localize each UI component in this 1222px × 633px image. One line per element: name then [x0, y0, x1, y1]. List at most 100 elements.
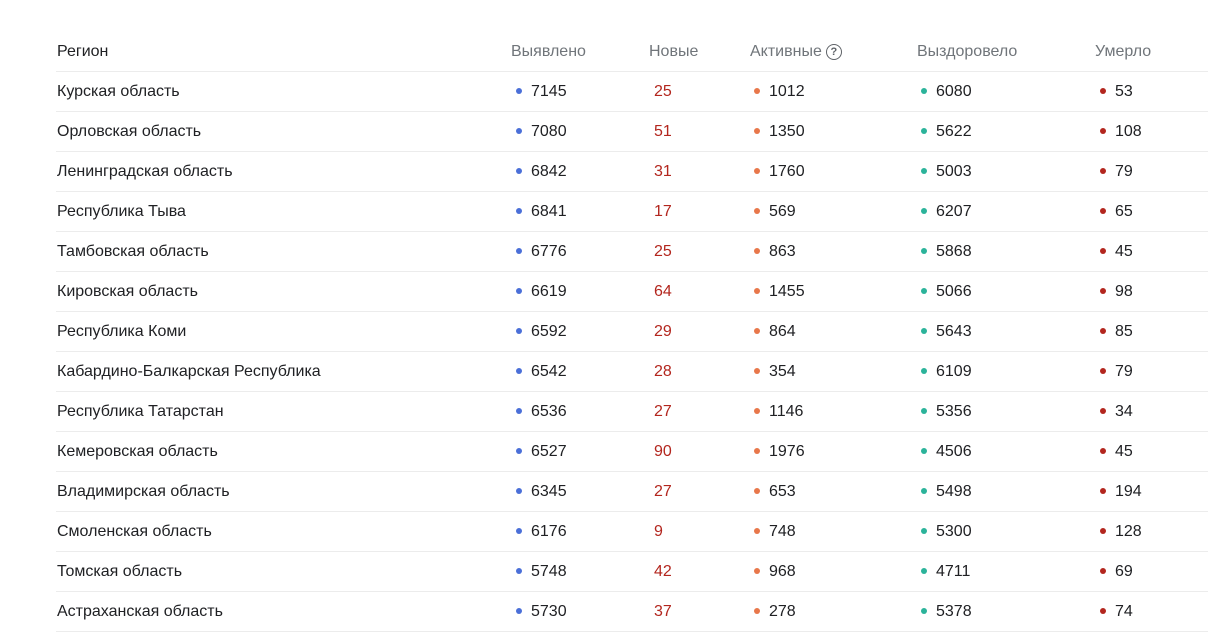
new-cell: 25 — [654, 243, 672, 261]
detected-dot-icon — [516, 208, 522, 214]
table-row[interactable]: Томская область 5748 42 968 4711 69 — [56, 552, 1208, 592]
header-active-label: Активные — [750, 43, 822, 60]
recovered-value: 4711 — [936, 563, 971, 580]
table-row[interactable]: Курская область 7145 25 1012 6080 53 — [56, 72, 1208, 112]
deaths-cell: 128 — [1100, 523, 1142, 541]
active-value: 1976 — [769, 443, 805, 460]
table-row[interactable]: Кабардино-Балкарская Республика 6542 28 354… — [56, 352, 1208, 392]
deaths-cell: 108 — [1100, 123, 1142, 141]
new-value: 27 — [654, 483, 672, 500]
detected-cell: 6841 — [516, 203, 567, 221]
table-row[interactable]: Кировская область 6619 64 1455 5066 98 — [56, 272, 1208, 312]
active-value: 864 — [769, 323, 796, 340]
deaths-dot-icon — [1100, 608, 1106, 614]
active-value: 354 — [769, 363, 796, 380]
new-cell: 64 — [654, 283, 672, 301]
region-name: Астраханская область — [57, 603, 223, 620]
new-cell: 25 — [654, 83, 672, 101]
deaths-dot-icon — [1100, 288, 1106, 294]
detected-value: 5730 — [531, 603, 567, 620]
header-detected[interactable]: Выявлено — [511, 43, 586, 61]
table-row[interactable]: Республика Татарстан 6536 27 1146 5356 34 — [56, 392, 1208, 432]
new-value: 29 — [654, 323, 672, 340]
table-row[interactable]: Астраханская область 5730 37 278 5378 74 — [56, 592, 1208, 632]
recovered-value: 6207 — [936, 203, 972, 220]
deaths-cell: 194 — [1100, 483, 1142, 501]
detected-dot-icon — [516, 88, 522, 94]
detected-value: 6776 — [531, 243, 567, 260]
recovered-dot-icon — [921, 568, 927, 574]
table-row[interactable]: Ленинградская область 6842 31 1760 5003 79 — [56, 152, 1208, 192]
table-row[interactable]: Республика Коми 6592 29 864 5643 85 — [56, 312, 1208, 352]
active-cell: 1146 — [754, 403, 803, 421]
table-row[interactable]: Смоленская область 6176 9 748 5300 128 — [56, 512, 1208, 552]
recovered-dot-icon — [921, 288, 927, 294]
recovered-cell: 4711 — [921, 563, 970, 581]
detected-value: 6527 — [531, 443, 567, 460]
recovered-dot-icon — [921, 608, 927, 614]
table-row[interactable]: Республика Тыва 6841 17 569 6207 65 — [56, 192, 1208, 232]
active-cell: 569 — [754, 203, 796, 221]
detected-dot-icon — [516, 168, 522, 174]
region-name: Республика Коми — [57, 323, 187, 340]
active-dot-icon — [754, 288, 760, 294]
help-icon[interactable]: ? — [825, 44, 842, 60]
deaths-value: 65 — [1115, 203, 1133, 220]
region-name: Кабардино-Балкарская Республика — [57, 363, 321, 380]
header-recovered[interactable]: Выздоровело — [917, 43, 1017, 61]
table-row[interactable]: Тамбовская область 6776 25 863 5868 45 — [56, 232, 1208, 272]
new-value: 25 — [654, 243, 672, 260]
header-active[interactable]: Активные? — [750, 43, 842, 61]
active-dot-icon — [754, 208, 760, 214]
new-value: 51 — [654, 123, 672, 140]
active-cell: 864 — [754, 323, 796, 341]
table-body: Курская область 7145 25 1012 6080 53 Орловская… — [56, 72, 1208, 632]
detected-value: 6536 — [531, 403, 567, 420]
deaths-dot-icon — [1100, 128, 1106, 134]
table-row[interactable]: Владимирская область 6345 27 653 5498 194 — [56, 472, 1208, 512]
region-name: Тамбовская область — [57, 243, 209, 260]
active-cell: 863 — [754, 243, 796, 261]
recovered-dot-icon — [921, 448, 927, 454]
recovered-value: 5378 — [936, 603, 972, 620]
detected-dot-icon — [516, 408, 522, 414]
deaths-cell: 85 — [1100, 323, 1133, 341]
active-cell: 354 — [754, 363, 796, 381]
header-new[interactable]: Новые — [649, 43, 698, 61]
deaths-dot-icon — [1100, 488, 1106, 494]
active-dot-icon — [754, 448, 760, 454]
deaths-dot-icon — [1100, 368, 1106, 374]
regions-table: Регион Выявлено Новые Активные? Выздоров… — [56, 32, 1208, 632]
detected-value: 6592 — [531, 323, 567, 340]
recovered-dot-icon — [921, 208, 927, 214]
active-value: 863 — [769, 243, 796, 260]
deaths-value: 45 — [1115, 443, 1133, 460]
active-dot-icon — [754, 568, 760, 574]
recovered-dot-icon — [921, 488, 927, 494]
recovered-value: 5498 — [936, 483, 972, 500]
region-name: Орловская область — [57, 123, 202, 140]
table-row[interactable]: Кемеровская область 6527 90 1976 4506 45 — [56, 432, 1208, 472]
recovered-dot-icon — [921, 328, 927, 334]
detected-cell: 6527 — [516, 443, 567, 461]
new-cell: 31 — [654, 163, 672, 181]
detected-value: 7080 — [531, 123, 567, 140]
detected-dot-icon — [516, 608, 522, 614]
new-cell: 27 — [654, 483, 672, 501]
region-name: Томская область — [57, 563, 183, 580]
recovered-dot-icon — [921, 408, 927, 414]
detected-cell: 6776 — [516, 243, 567, 261]
detected-value: 5748 — [531, 563, 567, 580]
detected-cell: 6619 — [516, 283, 567, 301]
region-name: Республика Тыва — [57, 203, 186, 220]
table-row[interactable]: Орловская область 7080 51 1350 5622 108 — [56, 112, 1208, 152]
header-deaths[interactable]: Умерло — [1095, 43, 1151, 61]
deaths-cell: 53 — [1100, 83, 1133, 101]
new-value: 31 — [654, 163, 672, 180]
detected-dot-icon — [516, 328, 522, 334]
recovered-dot-icon — [921, 248, 927, 254]
deaths-dot-icon — [1100, 208, 1106, 214]
deaths-value: 194 — [1115, 483, 1142, 500]
header-region[interactable]: Регион — [57, 43, 108, 61]
deaths-value: 79 — [1115, 163, 1133, 180]
